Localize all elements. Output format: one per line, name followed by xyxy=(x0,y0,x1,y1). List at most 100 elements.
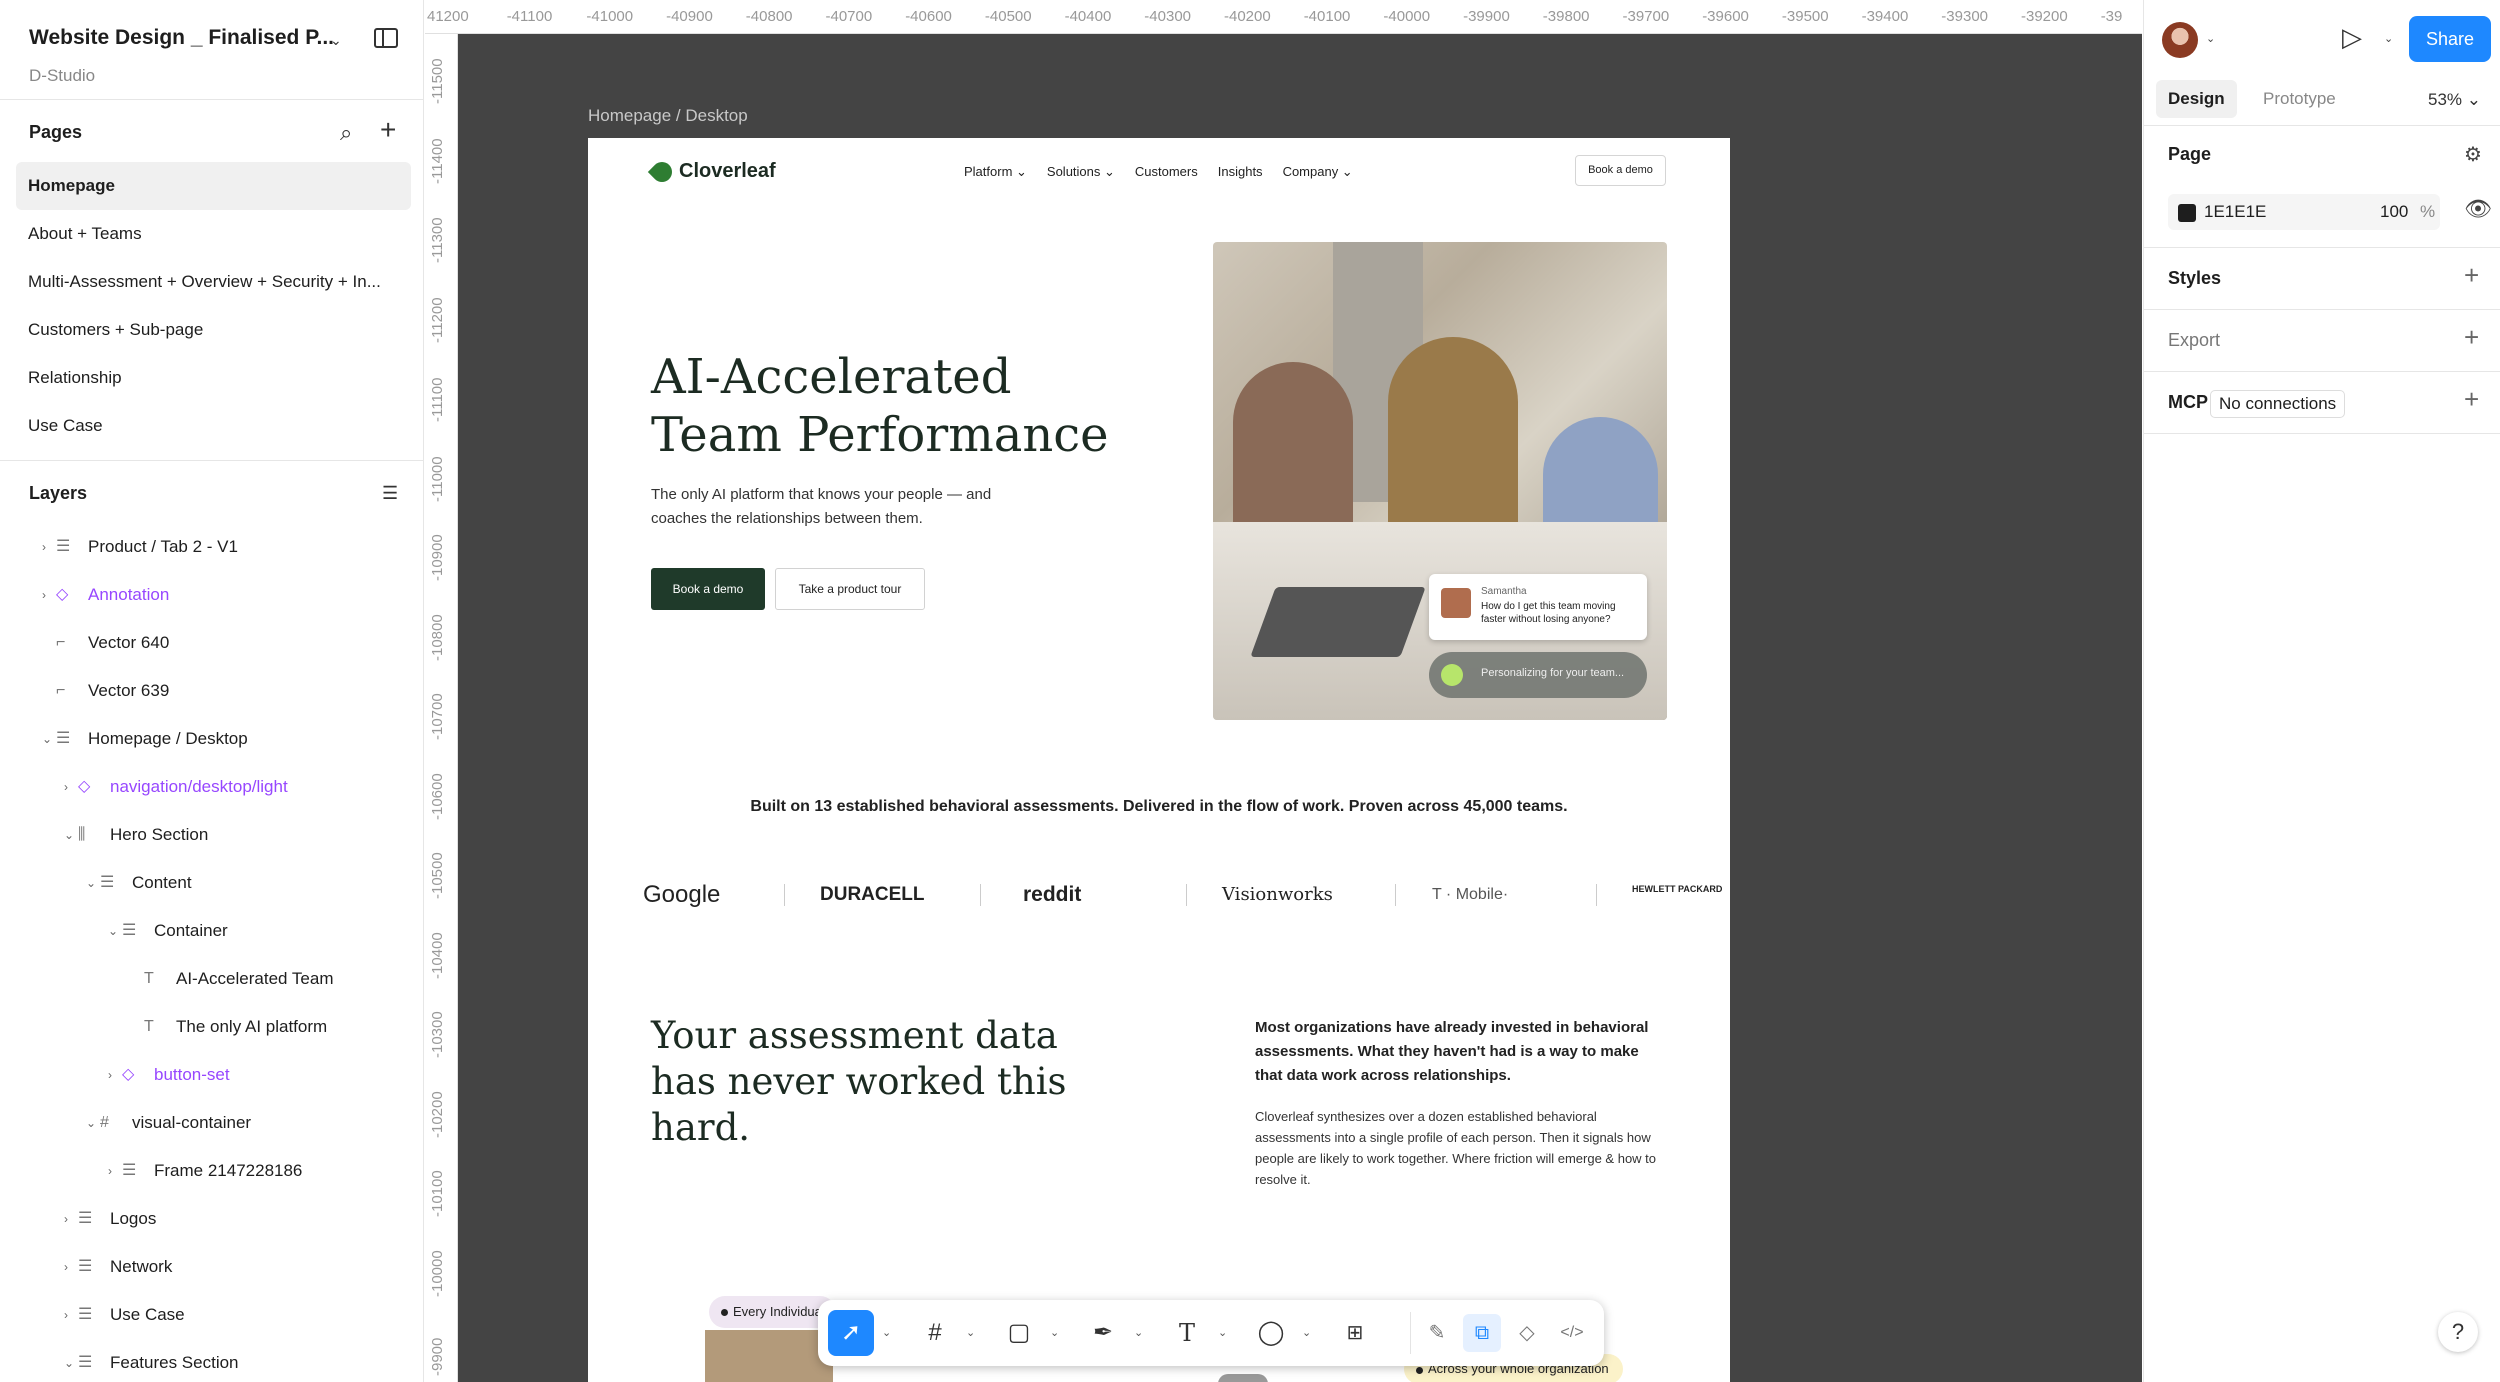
page-item[interactable]: Customers + Sub-page xyxy=(16,306,411,354)
layer-row[interactable]: T AI-Accelerated Team xyxy=(0,955,423,1003)
layer-row[interactable]: ⌄ ⫼ Hero Section xyxy=(0,811,423,859)
sidebar-toggle-icon[interactable] xyxy=(374,28,398,48)
chat-message: How do I get this team moving faster wit… xyxy=(1481,601,1616,625)
zoom-level[interactable]: 53% ⌄ xyxy=(2428,90,2481,110)
search-icon[interactable]: ⌕ xyxy=(340,120,352,146)
homepage-frame[interactable]: Cloverleaf Platform ⌄ Solutions ⌄ Customer… xyxy=(588,138,1730,1382)
pen-tool-icon[interactable]: ✒ xyxy=(1080,1310,1126,1356)
page-opacity[interactable]: 100 xyxy=(2380,202,2408,222)
present-play-icon[interactable]: ▷ xyxy=(2342,22,2362,53)
component-icon: ◇ xyxy=(56,586,69,603)
layer-row[interactable]: › ◇ Annotation xyxy=(0,571,423,619)
book-demo-button[interactable]: Book a demo xyxy=(651,568,765,610)
chevron-down-icon[interactable]: ⌄ xyxy=(1134,1310,1143,1356)
chevron-down-icon[interactable]: ⌄ xyxy=(330,32,342,49)
nav-link[interactable]: Solutions ⌄ xyxy=(1047,164,1115,180)
page-item[interactable]: Use Case xyxy=(16,402,411,450)
nav-link[interactable]: Platform ⌄ xyxy=(964,164,1027,180)
chevron-right-icon[interactable]: › xyxy=(42,571,46,619)
rectangle-tool-icon[interactable]: ▢ xyxy=(996,1310,1042,1356)
frame-tool-icon[interactable]: # xyxy=(912,1310,958,1356)
nav-link[interactable]: Company ⌄ xyxy=(1283,164,1353,180)
avatar[interactable] xyxy=(2162,22,2198,58)
chevron-right-icon[interactable]: › xyxy=(42,523,46,571)
chevron-down-icon[interactable]: ⌄ xyxy=(64,811,74,859)
chevron-down-icon[interactable]: ⌄ xyxy=(86,859,96,907)
chevron-right-icon[interactable]: › xyxy=(64,763,68,811)
draw-mode-icon[interactable]: ✎ xyxy=(1418,1314,1456,1352)
page-item[interactable]: Multi-Assessment + Overview + Security +… xyxy=(16,258,411,306)
page-heading: Page xyxy=(2168,144,2212,164)
eye-icon[interactable]: 👁 xyxy=(2464,196,2492,222)
canvas[interactable]: 41200 -41100 -41000 -40900 -40800 -40700 -4060… xyxy=(425,0,2142,1382)
color-swatch[interactable] xyxy=(2178,204,2196,222)
design-mode-icon[interactable]: ⧉ xyxy=(1463,1314,1501,1352)
chevron-down-icon[interactable]: ⌄ xyxy=(966,1310,975,1356)
layer-row[interactable]: › ◇ navigation/desktop/light xyxy=(0,763,423,811)
dev-mode-icon[interactable]: </> xyxy=(1553,1314,1591,1352)
page-settings-icon[interactable]: ⚙ xyxy=(2464,142,2482,167)
chevron-down-icon[interactable]: ⌄ xyxy=(882,1310,891,1356)
chevron-down-icon[interactable]: ⌄ xyxy=(2206,32,2215,45)
comment-tool-icon[interactable]: ◯ xyxy=(1248,1310,1294,1356)
product-tour-button[interactable]: Take a product tour xyxy=(775,568,925,610)
chevron-right-icon[interactable]: › xyxy=(108,1051,112,1099)
chevron-down-icon[interactable]: ⌄ xyxy=(86,1099,96,1147)
page-color-hex[interactable]: 1E1E1E xyxy=(2204,202,2266,222)
ruler-tick: -11500 xyxy=(429,58,446,104)
tab-prototype[interactable]: Prototype xyxy=(2251,80,2348,118)
layer-row[interactable]: › ☰ Frame 2147228186 xyxy=(0,1147,423,1195)
divider xyxy=(1395,884,1396,906)
layer-row[interactable]: › ☰ Network xyxy=(0,1243,423,1291)
chevron-down-icon[interactable]: ⌄ xyxy=(64,1339,74,1382)
share-button[interactable]: Share xyxy=(2409,16,2491,62)
file-title[interactable]: Website Design _ Finalised P... xyxy=(29,26,334,50)
layer-row[interactable]: ⌐ Vector 640 xyxy=(0,619,423,667)
text-tool-icon[interactable]: T xyxy=(1164,1310,1210,1356)
personalizing-pill: Personalizing for your team... xyxy=(1429,652,1647,698)
layer-row[interactable]: › ◇ button-set xyxy=(0,1051,423,1099)
component-mode-icon[interactable]: ◇ xyxy=(1508,1314,1546,1352)
frame-label[interactable]: Homepage / Desktop xyxy=(588,106,748,126)
chevron-right-icon[interactable]: › xyxy=(64,1291,68,1339)
tab-design[interactable]: Design xyxy=(2156,80,2237,118)
layer-row[interactable]: T The only AI platform xyxy=(0,1003,423,1051)
chevron-down-icon[interactable]: ⌄ xyxy=(1302,1310,1311,1356)
page-item[interactable]: Homepage xyxy=(16,162,411,210)
layer-row[interactable]: ⌄ ☰ Container xyxy=(0,907,423,955)
add-page-icon[interactable]: + xyxy=(380,114,396,146)
layers-heading: Layers xyxy=(29,483,88,503)
chevron-right-icon[interactable]: › xyxy=(64,1195,68,1243)
add-export-icon[interactable]: + xyxy=(2464,322,2479,353)
nav-link[interactable]: Customers xyxy=(1135,164,1198,180)
layer-row[interactable]: › ☰ Logos xyxy=(0,1195,423,1243)
layer-row[interactable]: ⌐ Vector 639 xyxy=(0,667,423,715)
actions-tool-icon[interactable]: ⊞ xyxy=(1332,1310,1378,1356)
layer-row[interactable]: ⌄ # visual-container xyxy=(0,1099,423,1147)
mcp-heading: MCP xyxy=(2168,392,2208,412)
page-color-field[interactable]: 1E1E1E 100 % xyxy=(2168,194,2440,230)
chevron-down-icon[interactable]: ⌄ xyxy=(108,907,118,955)
add-mcp-icon[interactable]: + xyxy=(2464,384,2479,415)
team-name[interactable]: D-Studio xyxy=(29,66,95,86)
layer-row[interactable]: › ☰ Product / Tab 2 - V1 xyxy=(0,523,423,571)
chevron-down-icon[interactable]: ⌄ xyxy=(42,715,52,763)
layer-row[interactable]: ⌄ ☰ Features Section xyxy=(0,1339,423,1382)
nav-link[interactable]: Insights xyxy=(1218,164,1263,180)
collapse-layers-icon[interactable]: ☰ xyxy=(382,483,398,504)
page-item[interactable]: Relationship xyxy=(16,354,411,402)
chevron-down-icon[interactable]: ⌄ xyxy=(1218,1310,1227,1356)
chevron-right-icon[interactable]: › xyxy=(108,1147,112,1195)
logo-reddit: reddit xyxy=(1023,883,1082,906)
help-button[interactable]: ? xyxy=(2438,1312,2478,1352)
layer-row[interactable]: › ☰ Use Case xyxy=(0,1291,423,1339)
add-style-icon[interactable]: + xyxy=(2464,260,2479,291)
layer-row[interactable]: ⌄ ☰ Homepage / Desktop xyxy=(0,715,423,763)
layer-row[interactable]: ⌄ ☰ Content xyxy=(0,859,423,907)
chevron-right-icon[interactable]: › xyxy=(64,1243,68,1291)
page-item[interactable]: About + Teams xyxy=(16,210,411,258)
chevron-down-icon[interactable]: ⌄ xyxy=(1050,1310,1059,1356)
nav-book-demo-button[interactable]: Book a demo xyxy=(1575,155,1666,186)
move-tool-icon[interactable]: ➚ xyxy=(828,1310,874,1356)
chevron-down-icon[interactable]: ⌄ xyxy=(2384,32,2393,45)
